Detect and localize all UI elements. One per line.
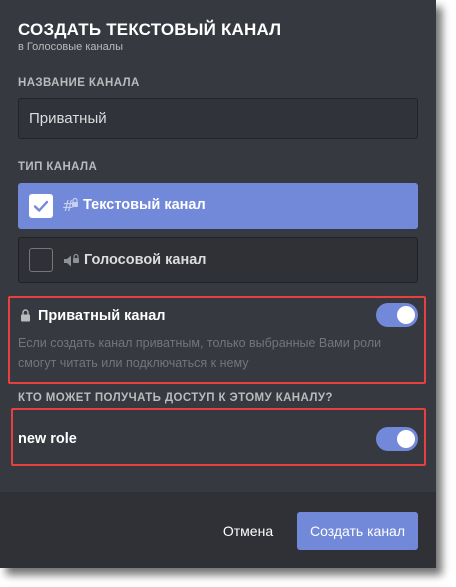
voice-channel-lock-icon (63, 252, 81, 275)
dialog-subtitle: в Голосовые каналы (18, 41, 124, 53)
toggle-knob (397, 306, 415, 324)
check-icon (33, 200, 49, 212)
toggle-knob (397, 430, 415, 448)
text-channel-lock-icon: # (62, 197, 80, 220)
dialog-title: СОЗДАТЬ ТЕКСТОВЫЙ КАНАЛ (18, 20, 282, 39)
private-channel-toggle[interactable] (376, 303, 418, 327)
channel-type-text-option[interactable]: # Текстовый канал (18, 183, 418, 229)
channel-type-voice-option[interactable]: Голосовой канал (18, 237, 418, 283)
lock-icon (20, 309, 31, 327)
private-channel-description: Если создать канал приватным, только выб… (18, 336, 382, 370)
private-channel-label: Приватный канал (38, 308, 166, 324)
channel-name-label: НАЗВАНИЕ КАНАЛА (18, 77, 140, 89)
checkbox-checked[interactable] (29, 194, 53, 218)
channel-name-input[interactable]: Приватный (18, 98, 418, 139)
option-label: Текстовый канал (83, 197, 206, 213)
role-name: new role (18, 431, 77, 447)
option-label: Голосовой канал (84, 252, 207, 268)
access-label: КТО МОЖЕТ ПОЛУЧАТЬ ДОСТУП К ЭТОМУ КАНАЛУ… (18, 392, 333, 404)
checkbox-unchecked[interactable] (29, 248, 53, 272)
create-channel-button[interactable]: Создать канал (297, 512, 418, 550)
cancel-button[interactable]: Отмена (214, 512, 282, 550)
channel-type-label: ТИП КАНАЛА (18, 161, 98, 173)
create-channel-dialog: СОЗДАТЬ ТЕКСТОВЫЙ КАНАЛ в Голосовые кана… (0, 0, 436, 568)
role-toggle[interactable] (376, 427, 418, 451)
